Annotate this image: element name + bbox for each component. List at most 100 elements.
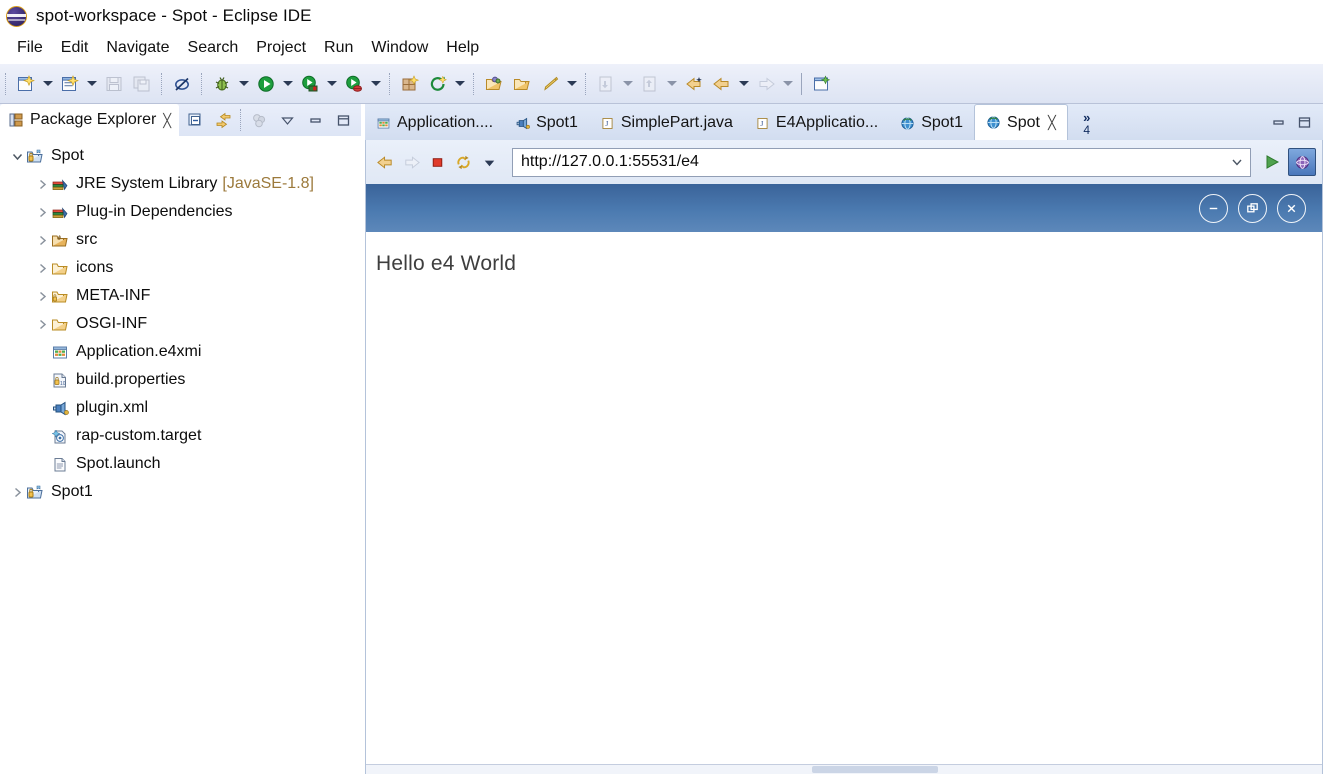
tree-item-jre-system-library[interactable]: JRE System Library [JavaSE-1.8]: [0, 170, 361, 198]
open-type-icon[interactable]: [481, 71, 507, 97]
dropdown-icon[interactable]: [477, 150, 501, 174]
editor-window-buttons: [1265, 104, 1317, 140]
tree-item-plugin-dependencies[interactable]: Plug-in Dependencies: [0, 198, 361, 226]
last-edit-location-icon[interactable]: [681, 71, 707, 97]
editor-horizontal-scrollbar[interactable]: [366, 764, 1322, 774]
svg-text:10: 10: [60, 381, 66, 387]
new-java-project-dropdown-icon[interactable]: [84, 72, 100, 96]
tree-item-build-properties[interactable]: 10 build.properties: [0, 366, 361, 394]
previous-annotation-icon[interactable]: [637, 71, 663, 97]
close-icon[interactable]: ╳: [1048, 115, 1056, 131]
forward-icon[interactable]: [399, 150, 423, 174]
tab-e4application-java[interactable]: J E4Applicatio...: [744, 106, 889, 140]
tree-item-rap-custom-target[interactable]: rap-custom.target: [0, 422, 361, 450]
search-dropdown-icon[interactable]: [564, 72, 580, 96]
back-icon[interactable]: [373, 150, 397, 174]
maximize-icon[interactable]: [331, 108, 355, 132]
skip-all-breakpoints-icon[interactable]: [169, 71, 195, 97]
menu-search[interactable]: Search: [179, 37, 248, 59]
url-bar[interactable]: [512, 147, 1251, 177]
run-icon[interactable]: [253, 71, 279, 97]
tree-item-spot[interactable]: Spot: [0, 142, 361, 170]
refresh-icon[interactable]: [451, 150, 475, 174]
menu-project[interactable]: Project: [247, 37, 315, 59]
new-java-project-icon[interactable]: [57, 71, 83, 97]
tree-item-spot-launch[interactable]: Spot.launch: [0, 450, 361, 478]
new-window-icon[interactable]: [809, 71, 835, 97]
chevron-right-icon[interactable]: [33, 231, 51, 249]
new-wizard-icon[interactable]: [13, 71, 39, 97]
go-play-icon[interactable]: [1259, 149, 1285, 175]
close-icon[interactable]: ╳: [163, 114, 171, 127]
tab-simplepart-java[interactable]: J SimplePart.java: [589, 106, 744, 140]
chevron-right-icon[interactable]: [33, 287, 51, 305]
save-all-icon[interactable]: [129, 71, 155, 97]
next-annotation-icon[interactable]: [593, 71, 619, 97]
link-with-editor-icon[interactable]: [211, 108, 235, 132]
tree-item-osgi-inf[interactable]: OSGI-INF: [0, 310, 361, 338]
menu-navigate[interactable]: Navigate: [97, 37, 178, 59]
run-external-tools-icon[interactable]: [297, 71, 323, 97]
scrollbar-thumb[interactable]: [812, 766, 938, 773]
back-history-dropdown-icon[interactable]: [736, 72, 752, 96]
menu-help[interactable]: Help: [437, 37, 488, 59]
refresh-dropdown-icon[interactable]: [452, 72, 468, 96]
tree-item-meta-inf[interactable]: META-INF: [0, 282, 361, 310]
tree-item-src[interactable]: src: [0, 226, 361, 254]
tab-spot1-browser[interactable]: Spot1: [889, 106, 974, 140]
collapse-all-icon[interactable]: [183, 108, 207, 132]
new-package-icon[interactable]: [397, 71, 423, 97]
tree-item-icons[interactable]: icons: [0, 254, 361, 282]
search-icon[interactable]: [537, 71, 563, 97]
tab-application-e4xmi[interactable]: Application....: [365, 106, 504, 140]
tab-spot1-plugin[interactable]: Spot1: [504, 106, 589, 140]
focus-on-active-task-icon[interactable]: [247, 108, 271, 132]
refresh-icon[interactable]: [425, 71, 451, 97]
editor-tab-overflow[interactable]: » 4: [1072, 106, 1102, 140]
restore-circle-icon[interactable]: [1238, 193, 1267, 223]
chevron-right-icon[interactable]: [33, 315, 51, 333]
save-icon[interactable]: [101, 71, 127, 97]
run-ant-build-icon[interactable]: [341, 71, 367, 97]
chevron-right-icon[interactable]: [33, 259, 51, 277]
chevron-down-icon[interactable]: [8, 147, 26, 165]
open-external-browser-icon[interactable]: [1288, 148, 1316, 176]
debug-dropdown-icon[interactable]: [236, 72, 252, 96]
menu-edit[interactable]: Edit: [52, 37, 98, 59]
tab-package-explorer[interactable]: Package Explorer ╳: [0, 104, 180, 136]
view-menu-icon[interactable]: [275, 108, 299, 132]
tree-item-application-e4xmi[interactable]: Application.e4xmi: [0, 338, 361, 366]
open-task-icon[interactable]: [509, 71, 535, 97]
tab-spot-browser[interactable]: Spot ╳: [974, 104, 1068, 140]
chevron-right-icon[interactable]: [8, 483, 26, 501]
debug-icon[interactable]: [209, 71, 235, 97]
chevron-right-icon[interactable]: [33, 203, 51, 221]
forward-history-icon[interactable]: [753, 71, 779, 97]
stop-icon[interactable]: [425, 150, 449, 174]
chevron-down-icon[interactable]: [1224, 149, 1250, 176]
java-file-icon: J: [755, 116, 770, 131]
ant-build-dropdown-icon[interactable]: [368, 72, 384, 96]
tree-item-plugin-xml[interactable]: plugin.xml: [0, 394, 361, 422]
maximize-icon[interactable]: [1291, 109, 1317, 135]
editor-tab-label: Spot1: [921, 114, 964, 131]
minimize-icon[interactable]: [1265, 109, 1291, 135]
package-explorer-view-toolbar: [181, 104, 357, 136]
new-wizard-dropdown-icon[interactable]: [40, 72, 56, 96]
menu-file[interactable]: File: [8, 37, 52, 59]
run-dropdown-icon[interactable]: [280, 72, 296, 96]
close-circle-icon[interactable]: [1277, 193, 1306, 223]
minimize-icon[interactable]: [303, 108, 327, 132]
previous-annotation-dropdown-icon[interactable]: [664, 72, 680, 96]
external-tools-dropdown-icon[interactable]: [324, 72, 340, 96]
forward-history-dropdown-icon[interactable]: [780, 72, 796, 96]
tree-item-spot1[interactable]: Spot1: [0, 478, 361, 506]
url-input[interactable]: [513, 148, 1224, 176]
menu-window[interactable]: Window: [362, 37, 437, 59]
menu-run[interactable]: Run: [315, 37, 362, 59]
minimize-circle-icon[interactable]: [1199, 193, 1228, 223]
back-history-icon[interactable]: [709, 71, 735, 97]
next-annotation-dropdown-icon[interactable]: [620, 72, 636, 96]
package-explorer-tree[interactable]: Spot JRE System Library [JavaSE-1.8] Plu…: [0, 136, 361, 774]
chevron-right-icon[interactable]: [33, 175, 51, 193]
